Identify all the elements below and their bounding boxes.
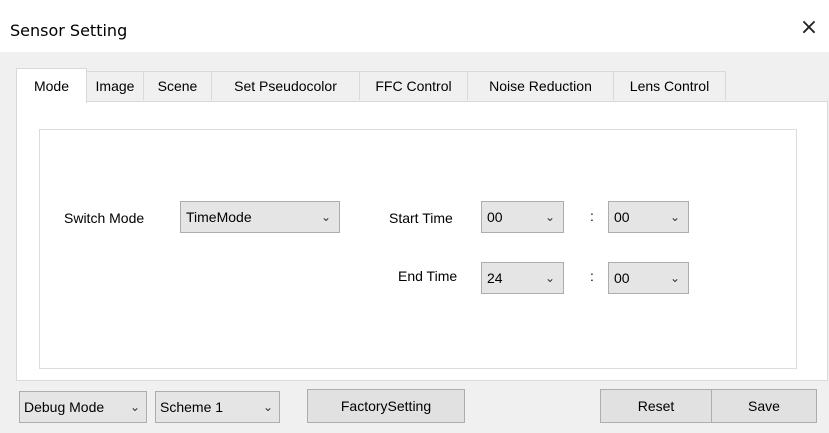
end-hour-select[interactable]: 24 ⌄ bbox=[481, 262, 564, 294]
switch-mode-value: TimeMode bbox=[186, 209, 252, 225]
scheme-select[interactable]: Scheme 1 ⌄ bbox=[155, 391, 280, 423]
end-minute-value: 00 bbox=[614, 270, 630, 286]
tab-set-pseudocolor-label: Set Pseudocolor bbox=[234, 78, 337, 94]
chevron-down-icon: ⌄ bbox=[320, 210, 331, 224]
tab-mode[interactable]: Mode bbox=[16, 68, 87, 103]
start-time-separator: : bbox=[590, 208, 594, 224]
tab-ffc-control-label: FFC Control bbox=[375, 78, 452, 94]
tab-image-label: Image bbox=[95, 78, 135, 94]
scheme-value: Scheme 1 bbox=[160, 399, 224, 415]
title-bar: Sensor Setting × bbox=[0, 0, 829, 52]
start-hour-value: 00 bbox=[487, 209, 503, 225]
tab-scene-label: Scene bbox=[157, 78, 198, 94]
window-title: Sensor Setting bbox=[10, 21, 128, 40]
tab-noise-reduction-label: Noise Reduction bbox=[489, 78, 592, 94]
sensor-setting-window: Sensor Setting × Mode Image Scene Set Ps… bbox=[0, 0, 829, 433]
chevron-down-icon: ⌄ bbox=[544, 271, 555, 285]
tab-lens-control-label: Lens Control bbox=[629, 78, 710, 94]
factory-setting-button[interactable]: FactorySetting bbox=[307, 389, 465, 423]
tab-mode-label: Mode bbox=[33, 78, 70, 94]
switch-mode-select[interactable]: TimeMode ⌄ bbox=[180, 201, 340, 233]
chevron-down-icon: ⌄ bbox=[544, 210, 555, 224]
tab-image[interactable]: Image bbox=[86, 71, 144, 100]
reset-button[interactable]: Reset bbox=[600, 389, 712, 423]
switch-mode-label: Switch Mode bbox=[64, 210, 145, 226]
end-minute-select[interactable]: 00 ⌄ bbox=[608, 262, 689, 294]
end-time-separator: : bbox=[590, 268, 594, 284]
start-hour-select[interactable]: 00 ⌄ bbox=[481, 201, 564, 233]
tab-scene[interactable]: Scene bbox=[143, 71, 212, 100]
start-time-label: Start Time bbox=[389, 210, 453, 226]
end-hour-value: 24 bbox=[487, 270, 503, 286]
chevron-down-icon: ⌄ bbox=[262, 400, 273, 414]
start-minute-select[interactable]: 00 ⌄ bbox=[608, 201, 689, 233]
chevron-down-icon: ⌄ bbox=[129, 400, 140, 414]
tab-set-pseudocolor[interactable]: Set Pseudocolor bbox=[211, 71, 360, 100]
tab-strip: Mode Image Scene Set Pseudocolor FFC Con… bbox=[16, 68, 828, 103]
tab-lens-control[interactable]: Lens Control bbox=[613, 71, 726, 100]
start-minute-value: 00 bbox=[614, 209, 630, 225]
end-time-label: End Time bbox=[398, 268, 458, 284]
chevron-down-icon: ⌄ bbox=[669, 210, 680, 224]
debug-mode-value: Debug Mode bbox=[24, 399, 105, 415]
close-icon[interactable]: × bbox=[794, 12, 824, 42]
tab-noise-reduction[interactable]: Noise Reduction bbox=[467, 71, 614, 100]
mode-settings-group bbox=[39, 129, 797, 369]
save-button[interactable]: Save bbox=[711, 389, 817, 423]
debug-mode-select[interactable]: Debug Mode ⌄ bbox=[19, 391, 147, 423]
tab-ffc-control[interactable]: FFC Control bbox=[359, 71, 468, 100]
chevron-down-icon: ⌄ bbox=[669, 271, 680, 285]
